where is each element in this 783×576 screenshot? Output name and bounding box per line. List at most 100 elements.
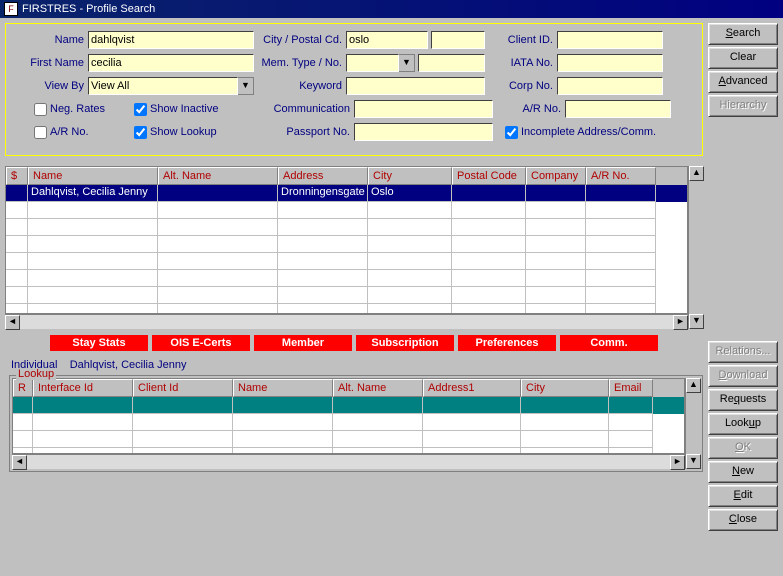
name-input[interactable] — [88, 31, 254, 49]
table-cell — [33, 414, 133, 431]
arno-checkbox[interactable]: A/R No. — [34, 126, 130, 139]
table-cell — [28, 304, 158, 313]
table-cell — [526, 219, 586, 236]
table-cell — [6, 287, 28, 304]
table-cell — [133, 431, 233, 448]
passport-input[interactable] — [354, 123, 493, 141]
table-cell: Dahlqvist, Cecilia Jenny — [28, 185, 158, 202]
column-header[interactable]: A/R No. — [586, 167, 656, 185]
column-header[interactable]: R — [13, 379, 33, 397]
requests-button[interactable]: Requests — [708, 389, 778, 411]
communication-input[interactable] — [354, 100, 493, 118]
column-header[interactable]: City — [368, 167, 452, 185]
viewby-select[interactable] — [88, 77, 238, 95]
label-memtype: Mem. Type / No. — [254, 57, 346, 69]
table-cell — [6, 304, 28, 313]
table-cell — [586, 219, 656, 236]
table-row[interactable] — [6, 304, 687, 313]
new-button[interactable]: New — [708, 461, 778, 483]
table-row[interactable]: Dahlqvist, Cecilia JennyDronningensgate … — [6, 185, 687, 202]
showlookup-checkbox[interactable]: Show Lookup — [134, 126, 244, 139]
tab-subscription[interactable]: Subscription — [356, 335, 454, 351]
clear-button[interactable]: Clear — [708, 47, 778, 69]
window-title: FIRSTRES - Profile Search — [22, 0, 155, 18]
column-header[interactable]: Alt. Name — [333, 379, 423, 397]
lookup-h-scrollbar[interactable]: ◄► — [12, 454, 685, 469]
table-row[interactable] — [13, 397, 684, 414]
table-cell — [526, 253, 586, 270]
showinactive-checkbox[interactable]: Show Inactive — [134, 103, 244, 116]
memtype-input[interactable] — [346, 54, 399, 72]
column-header[interactable]: Name — [28, 167, 158, 185]
column-header[interactable]: Email — [609, 379, 653, 397]
table-cell — [28, 236, 158, 253]
incomplete-checkbox[interactable]: Incomplete Address/Comm. — [505, 126, 656, 139]
table-row[interactable] — [6, 270, 687, 287]
table-row[interactable] — [6, 287, 687, 304]
memtype-dropdown-icon[interactable]: ▼ — [399, 54, 415, 72]
table-row[interactable] — [6, 219, 687, 236]
tab-preferences[interactable]: Preferences — [458, 335, 556, 351]
table-cell — [333, 414, 423, 431]
column-header[interactable]: Alt. Name — [158, 167, 278, 185]
table-row[interactable] — [13, 431, 684, 448]
hierarchy-button[interactable]: Hierarchy — [708, 95, 778, 117]
column-header[interactable]: Company — [526, 167, 586, 185]
iata-input[interactable] — [557, 54, 663, 72]
table-cell — [521, 431, 609, 448]
firstname-input[interactable] — [88, 54, 254, 72]
memno-input[interactable] — [418, 54, 485, 72]
table-cell — [609, 431, 653, 448]
edit-button[interactable]: Edit — [708, 485, 778, 507]
postal-input[interactable] — [431, 31, 485, 49]
table-cell — [158, 236, 278, 253]
table-row[interactable] — [13, 448, 684, 453]
table-cell — [28, 219, 158, 236]
table-cell — [13, 397, 33, 414]
search-button[interactable]: Search — [708, 23, 778, 45]
column-header[interactable]: Address1 — [423, 379, 521, 397]
lookup-v-scrollbar[interactable]: ▲▼ — [685, 378, 700, 469]
close-button[interactable]: Close — [708, 509, 778, 531]
column-header[interactable]: Address — [278, 167, 368, 185]
city-input[interactable] — [346, 31, 428, 49]
table-cell — [521, 414, 609, 431]
ar-input[interactable] — [565, 100, 671, 118]
table-cell — [333, 431, 423, 448]
table-row[interactable] — [6, 202, 687, 219]
column-header[interactable]: Postal Code — [452, 167, 526, 185]
column-header[interactable]: Name — [233, 379, 333, 397]
clientid-input[interactable] — [557, 31, 663, 49]
tab-member[interactable]: Member — [254, 335, 352, 351]
grid-h-scrollbar[interactable]: ◄► — [5, 314, 688, 329]
relations-button[interactable]: Relations... — [708, 341, 778, 363]
individual-name[interactable]: Dahlqvist, Cecilia Jenny — [70, 359, 187, 371]
tab-stay-stats[interactable]: Stay Stats — [50, 335, 148, 351]
table-row[interactable] — [6, 236, 687, 253]
ok-button[interactable]: OK — [708, 437, 778, 459]
table-cell — [452, 287, 526, 304]
table-cell — [586, 236, 656, 253]
lookup-button[interactable]: Lookup — [708, 413, 778, 435]
grid-v-scrollbar[interactable]: ▲▼ — [688, 166, 703, 329]
tab-comm-[interactable]: Comm. — [560, 335, 658, 351]
tab-ois-e-certs[interactable]: OIS E-Certs — [152, 335, 250, 351]
table-cell — [368, 219, 452, 236]
table-cell — [28, 287, 158, 304]
table-row[interactable] — [13, 414, 684, 431]
table-row[interactable] — [6, 253, 687, 270]
advanced-button[interactable]: Advanced — [708, 71, 778, 93]
column-header[interactable]: City — [521, 379, 609, 397]
negrates-checkbox[interactable]: Neg. Rates — [34, 103, 130, 116]
column-header[interactable]: Client Id — [133, 379, 233, 397]
column-header[interactable]: Interface Id — [33, 379, 133, 397]
table-cell — [609, 448, 653, 453]
download-button[interactable]: Download — [708, 365, 778, 387]
label-name: Name — [14, 34, 88, 46]
table-cell — [28, 202, 158, 219]
label-corp: Corp No. — [485, 80, 557, 92]
keyword-input[interactable] — [346, 77, 485, 95]
corp-input[interactable] — [557, 77, 663, 95]
column-header[interactable]: $ — [6, 167, 28, 185]
viewby-dropdown-icon[interactable]: ▼ — [238, 77, 254, 95]
